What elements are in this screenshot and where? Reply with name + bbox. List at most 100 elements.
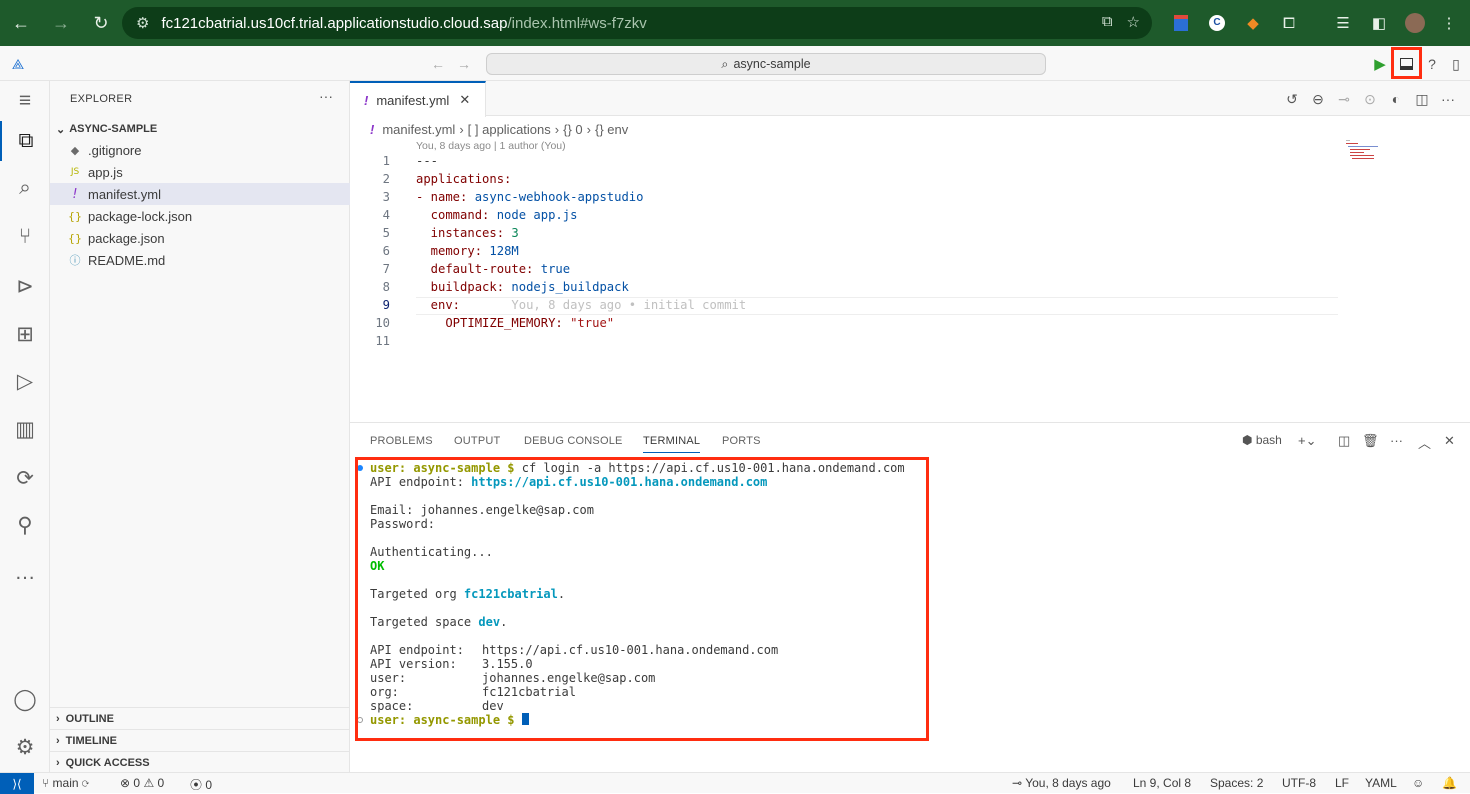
branch-status[interactable]: ⑂ main ⟳ bbox=[42, 776, 89, 790]
tab-terminal[interactable]: TERMINAL bbox=[643, 435, 701, 453]
tab-ports[interactable]: PORTS bbox=[722, 435, 761, 447]
run-configurations-icon[interactable]: ▷ bbox=[0, 361, 50, 401]
command-center-search[interactable]: ⌕ async-sample bbox=[486, 53, 1046, 75]
file-name: app.js bbox=[88, 164, 123, 180]
cursor-position[interactable]: Ln 9, Col 8 bbox=[1133, 776, 1191, 790]
file-item[interactable]: ◆ .gitignore bbox=[50, 139, 350, 161]
feedback-icon[interactable]: ☺ bbox=[1412, 776, 1424, 790]
file-item[interactable]: {} package-lock.json bbox=[50, 205, 350, 227]
file-item[interactable]: ⓘ README.md bbox=[50, 249, 350, 271]
file-item[interactable]: {} package.json bbox=[50, 227, 350, 249]
search-icon[interactable]: ⌕ bbox=[0, 168, 50, 208]
search-icon: ⌕ bbox=[721, 56, 729, 71]
explorer-icon[interactable]: ⧉ bbox=[0, 121, 50, 161]
blame-status[interactable]: ⊸ You, 8 days ago bbox=[1012, 776, 1111, 790]
browser-toolbar: ← → ↻ ⚙ fc121cbatrial.us10cf.trial.appli… bbox=[0, 0, 1470, 46]
blame-text: You, 8 days ago bbox=[1025, 776, 1111, 790]
tab-manifest[interactable]: ! manifest.yml ✕ bbox=[350, 81, 486, 117]
minimap[interactable] bbox=[1344, 138, 1384, 162]
breadcrumb-item[interactable]: [ ] applications bbox=[468, 122, 551, 137]
git-file-icon: ◆ bbox=[70, 143, 80, 157]
quick-access-section[interactable]: › QUICK ACCESS bbox=[50, 751, 350, 773]
account-icon[interactable]: ◯ bbox=[0, 679, 50, 719]
remote-indicator-icon[interactable]: ⟩⟨ bbox=[0, 773, 34, 794]
terminal-selector[interactable]: ⬢ bash bbox=[1242, 433, 1282, 447]
commit-icon[interactable]: ⊸ bbox=[1335, 90, 1353, 108]
file-item-selected[interactable]: ! manifest.yml bbox=[50, 183, 350, 205]
tab-debug-console[interactable]: DEBUG CONSOLE bbox=[524, 435, 623, 447]
extension-icon[interactable]: C bbox=[1204, 10, 1230, 36]
run-debug-icon[interactable]: ⊳ bbox=[0, 266, 50, 306]
code-value: async-webhook-appstudio bbox=[474, 190, 644, 204]
forward-icon[interactable]: → bbox=[48, 10, 74, 36]
previous-change-icon[interactable]: ⊖ bbox=[1309, 90, 1327, 108]
settings-gear-icon[interactable]: ⚙ bbox=[0, 727, 50, 767]
reload-icon[interactable]: ↻ bbox=[88, 10, 114, 36]
metamask-icon[interactable]: ◆ bbox=[1240, 10, 1266, 36]
service-center-icon[interactable]: ⟳ bbox=[0, 458, 50, 498]
new-terminal-icon[interactable]: +⌄ bbox=[1298, 433, 1316, 449]
encoding[interactable]: UTF-8 bbox=[1282, 776, 1316, 790]
file-name: package.json bbox=[88, 230, 165, 246]
back-icon[interactable]: ← bbox=[8, 10, 34, 36]
trash-icon[interactable]: 🗑 bbox=[1362, 433, 1379, 449]
more-actions-icon[interactable]: ··· bbox=[319, 88, 333, 104]
nav-back-icon[interactable]: ← bbox=[428, 54, 448, 74]
codelens-blame[interactable]: You, 8 days ago | 1 author (You) bbox=[416, 140, 566, 152]
site-settings-icon[interactable]: ⚙ bbox=[136, 14, 149, 32]
code-value: true bbox=[540, 262, 571, 276]
open-changes-icon[interactable]: ◐ bbox=[1387, 90, 1405, 108]
indentation[interactable]: Spaces: 2 bbox=[1210, 776, 1263, 790]
more-actions-icon[interactable]: ··· bbox=[1439, 90, 1457, 108]
tab-problems[interactable]: PROBLEMS bbox=[370, 435, 433, 447]
bookmark-star-icon[interactable]: ☆ bbox=[1127, 13, 1140, 31]
notifications-bell-icon[interactable]: 🔔 bbox=[1442, 776, 1457, 790]
profile-avatar[interactable] bbox=[1402, 10, 1428, 36]
split-terminal-icon[interactable]: ◫ bbox=[1338, 433, 1350, 449]
reading-list-icon[interactable]: ☰ bbox=[1330, 10, 1356, 36]
code-value: node app.js bbox=[496, 208, 578, 222]
run-icon[interactable]: ▶ bbox=[1370, 54, 1390, 74]
sync-icon: ⟳ bbox=[81, 776, 90, 790]
language-mode[interactable]: YAML bbox=[1365, 776, 1397, 790]
split-editor-icon[interactable]: ◫ bbox=[1413, 90, 1431, 108]
close-icon[interactable]: ✕ bbox=[459, 92, 470, 108]
more-icon[interactable]: … bbox=[0, 553, 50, 593]
browser-menu-icon[interactable]: ⋮ bbox=[1436, 10, 1462, 36]
file-item[interactable]: JS app.js bbox=[50, 161, 350, 183]
address-bar[interactable]: ⚙ fc121cbatrial.us10cf.trial.application… bbox=[122, 7, 1152, 39]
extensions-icon[interactable]: ⊞ bbox=[0, 314, 50, 354]
timeline-section[interactable]: › TIMELINE bbox=[50, 729, 350, 751]
next-change-icon[interactable]: ⊙ bbox=[1361, 90, 1379, 108]
source-control-icon[interactable]: ⑂ bbox=[0, 217, 50, 257]
help-icon[interactable]: ? bbox=[1422, 54, 1442, 74]
menu-icon[interactable]: ≡ bbox=[0, 81, 50, 121]
history-icon[interactable]: ↺ bbox=[1283, 90, 1301, 108]
outline-section[interactable]: › OUTLINE bbox=[50, 707, 350, 729]
more-actions-icon[interactable]: ··· bbox=[1390, 433, 1403, 448]
tab-label: manifest.yml bbox=[376, 92, 450, 108]
code-key: memory: bbox=[416, 244, 483, 258]
file-name: package-lock.json bbox=[88, 208, 193, 224]
maximize-panel-icon[interactable]: ︿ bbox=[1418, 433, 1431, 452]
end-of-line[interactable]: LF bbox=[1335, 776, 1349, 790]
tour-icon[interactable]: ⚲ bbox=[0, 505, 50, 545]
ports-status[interactable]: ⦿ 0 bbox=[190, 776, 212, 793]
folder-header[interactable]: ⌄ ASYNC-SAMPLE bbox=[50, 119, 350, 139]
side-panel-icon[interactable]: ◧ bbox=[1366, 10, 1392, 36]
tab-output[interactable]: OUTPUT bbox=[454, 435, 500, 447]
breadcrumb-item[interactable]: manifest.yml bbox=[382, 122, 455, 137]
extension-icon[interactable] bbox=[1168, 10, 1194, 36]
install-app-icon[interactable]: ⧉ bbox=[1102, 13, 1113, 31]
chevron-right-icon: › bbox=[586, 121, 591, 137]
close-panel-icon[interactable]: ✕ bbox=[1444, 433, 1455, 449]
nav-forward-icon[interactable]: → bbox=[454, 54, 474, 74]
problems-status[interactable]: ⊗ 0 ⚠ 0 bbox=[120, 776, 164, 790]
library-icon[interactable]: ▥ bbox=[0, 409, 50, 449]
terminal-highlight-box bbox=[355, 457, 929, 741]
extensions-puzzle-icon[interactable]: ⧠ bbox=[1276, 10, 1302, 36]
breadcrumb-item[interactable]: {} 0 bbox=[563, 122, 583, 137]
json-file-icon: {} bbox=[68, 231, 82, 245]
breadcrumb-item[interactable]: {} env bbox=[595, 122, 628, 137]
customize-layout-icon[interactable]: ▯ bbox=[1446, 54, 1466, 74]
